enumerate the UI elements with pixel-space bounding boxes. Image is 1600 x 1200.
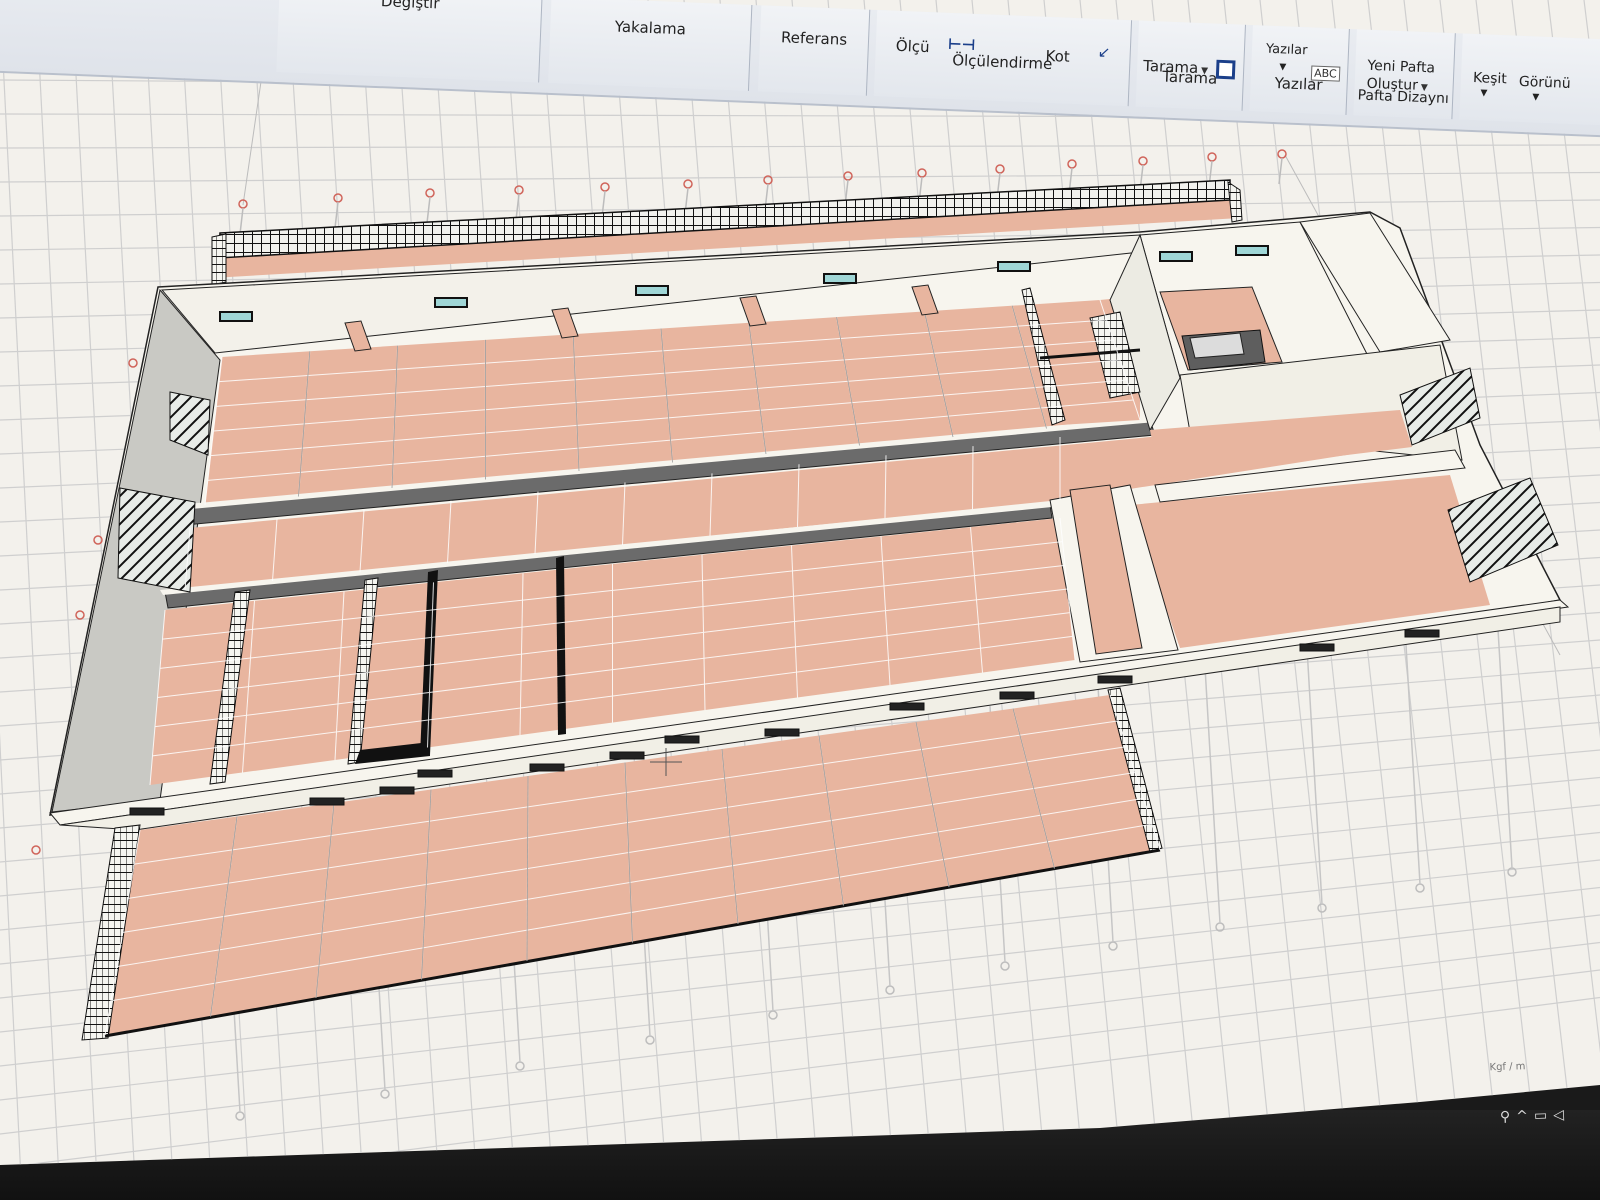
ribbon-group-pafta[interactable]: Yeni Pafta Oluştur ▼ Pafta Dizaynı <box>1353 29 1456 120</box>
axis-marker <box>1000 961 1010 971</box>
yazilar-button[interactable]: Yazılar <box>1266 42 1308 59</box>
window <box>379 786 415 795</box>
window <box>529 763 565 772</box>
axis-marker <box>917 168 927 178</box>
top-railing-end <box>211 233 227 286</box>
ribbon-group-degistir[interactable]: Değiştir <box>276 0 543 83</box>
axis-marker <box>425 188 435 198</box>
axis-tick <box>515 193 520 221</box>
gorunum-button[interactable]: Görünü <box>1519 74 1571 92</box>
group-label: Tarama <box>1161 67 1218 88</box>
axis-tick <box>426 196 431 224</box>
axis-marker <box>514 185 524 195</box>
axis-marker <box>380 1089 390 1099</box>
ribbon-group-yakalama[interactable]: Yakalama <box>548 0 753 91</box>
axis-marker <box>1277 149 1287 159</box>
window <box>764 728 800 737</box>
chevron-up-icon[interactable]: ^ <box>1516 1108 1534 1125</box>
window <box>999 691 1035 700</box>
chevron-down-icon[interactable]: ▼ <box>1532 92 1539 102</box>
kesit-button[interactable]: Keşit <box>1473 70 1507 87</box>
axis-marker <box>885 985 895 995</box>
axis-marker <box>1138 156 1148 166</box>
ribbon-group-tarama[interactable]: Tarama ▼ Tarama <box>1135 20 1246 111</box>
grid-line <box>0 0 61 1165</box>
grid-line <box>0 171 1600 183</box>
chevron-down-icon[interactable]: ▼ <box>1279 62 1286 72</box>
window <box>1299 643 1335 652</box>
axis-marker <box>128 358 138 368</box>
window <box>635 285 669 296</box>
kitchen-sink <box>1189 332 1245 359</box>
window <box>823 273 857 284</box>
chevron-down-icon[interactable]: ▼ <box>1480 88 1487 98</box>
group-label: Pafta Dizaynı <box>1357 87 1450 108</box>
axis-marker <box>75 610 85 620</box>
window <box>609 751 645 760</box>
group-label: Değiştir <box>380 0 440 13</box>
ribbon-group-yazilar[interactable]: Yazılar ▼ ABC Yazılar <box>1249 25 1350 115</box>
grid-line <box>0 144 1600 149</box>
window <box>997 261 1031 272</box>
window <box>889 702 925 711</box>
axis-marker <box>1067 159 1077 169</box>
axis-marker <box>31 845 41 855</box>
axis-marker <box>995 164 1005 174</box>
window <box>219 311 253 322</box>
ribbon-group-gorunum[interactable]: Keşit ▼ Görünü ▼ <box>1459 33 1600 127</box>
window <box>664 735 700 744</box>
grid-line <box>0 0 23 1165</box>
window <box>309 797 345 806</box>
unit-readout: Kgf / m <box>1489 1061 1526 1074</box>
stairs-left-lower <box>117 487 196 593</box>
person-icon[interactable]: ⚲ <box>1500 1109 1517 1126</box>
axis-marker <box>600 182 610 192</box>
axis-marker <box>235 1111 245 1121</box>
ribbon-group-referans[interactable]: Referans <box>757 5 871 96</box>
axis-marker <box>1207 152 1217 162</box>
floor-tile-line <box>972 446 974 510</box>
axis-marker <box>645 1035 655 1045</box>
axis-tick <box>239 207 244 235</box>
axis-marker <box>843 171 853 181</box>
window <box>417 769 453 778</box>
window <box>1235 245 1269 256</box>
system-tray: ⚲^▭◁ <box>1500 1107 1571 1125</box>
axis-marker <box>1317 903 1327 913</box>
window <box>1097 675 1133 684</box>
axis-marker <box>515 1061 525 1071</box>
app-screen: Değiştir Yakalama Referans Ölçü ⊢⊣ Kot ↙… <box>0 0 1600 1200</box>
group-label: Yakalama <box>614 17 687 39</box>
yeni-pafta-label[interactable]: Yeni Pafta <box>1367 58 1435 77</box>
axis-marker <box>333 193 343 203</box>
axis-marker <box>768 1010 778 1020</box>
group-label: Yazılar <box>1274 74 1323 94</box>
axis-marker <box>1108 941 1118 951</box>
axis-tick <box>1278 157 1283 185</box>
grid-line <box>1583 0 1600 1165</box>
group-label: Referans <box>780 28 848 49</box>
network-icon[interactable]: ▭ <box>1534 1107 1554 1124</box>
window <box>434 297 468 308</box>
drawing-viewport[interactable] <box>0 0 1600 1200</box>
axis-marker <box>1415 883 1425 893</box>
axis-marker <box>683 179 693 189</box>
speaker-icon[interactable]: ◁ <box>1553 1107 1570 1124</box>
window <box>129 807 165 816</box>
ribbon-group-olculendirme[interactable]: Ölçü ⊢⊣ Kot ↙ Ölçülendirme <box>873 10 1133 107</box>
status-bar: Kgf / m <box>1379 1046 1600 1114</box>
axis-line <box>1404 627 1421 885</box>
axis-line <box>1204 666 1221 924</box>
window <box>1159 251 1193 262</box>
group-label: Ölçülendirme <box>951 51 1053 74</box>
window <box>1404 629 1440 638</box>
